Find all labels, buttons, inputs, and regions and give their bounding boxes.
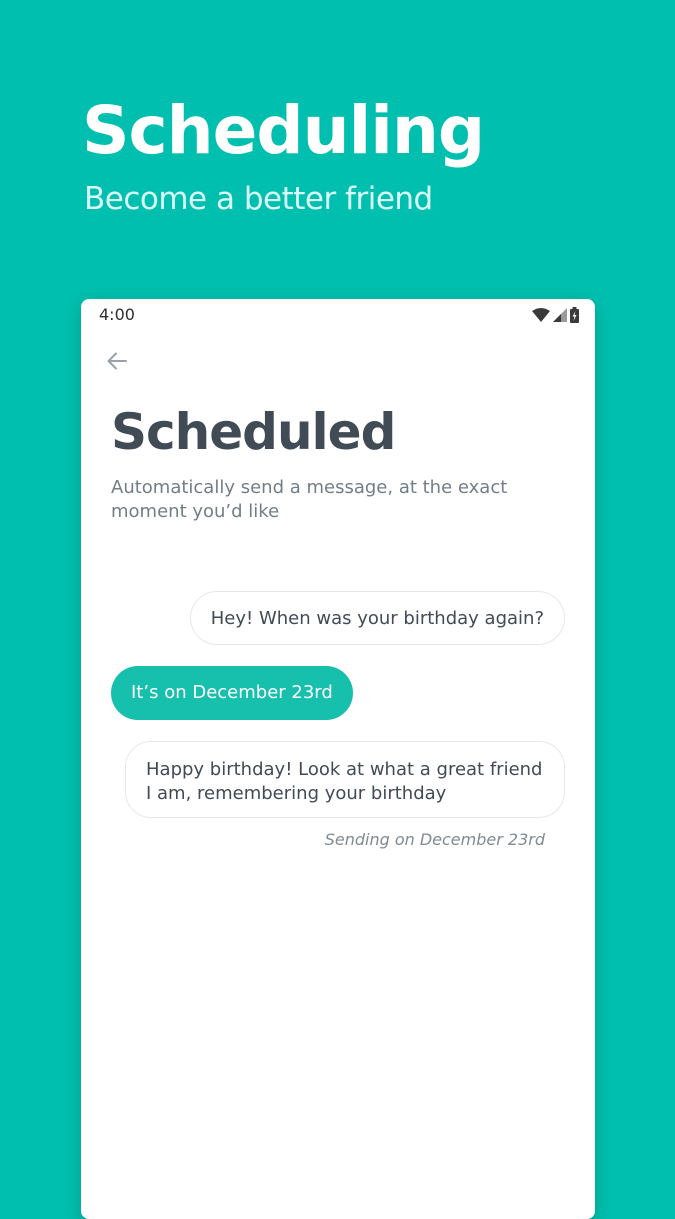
page-description: Automatically send a message, at the exa… (111, 477, 508, 522)
cell-signal-icon (553, 308, 567, 322)
battery-icon (570, 307, 579, 323)
phone-screen: 4:00 Scheduled Automatically send a mess… (81, 299, 595, 1219)
outgoing-message-bubble[interactable]: It’s on December 23rd (111, 666, 353, 720)
promo-title: Scheduling (82, 92, 485, 169)
status-icons (532, 306, 579, 324)
wifi-icon (532, 308, 550, 322)
promo-subtitle: Become a better friend (84, 181, 433, 217)
status-time: 4:00 (99, 305, 135, 324)
scheduled-message-bubble[interactable]: Happy birthday! Look at what a great fri… (125, 741, 565, 818)
status-bar: 4:00 (81, 299, 595, 331)
scheduled-send-note: Sending on December 23rd (324, 830, 545, 849)
page-title: Scheduled (111, 403, 396, 461)
arrow-left-icon (106, 350, 128, 376)
incoming-message-bubble[interactable]: Hey! When was your birthday again? (189, 591, 565, 645)
back-button[interactable] (103, 349, 131, 377)
